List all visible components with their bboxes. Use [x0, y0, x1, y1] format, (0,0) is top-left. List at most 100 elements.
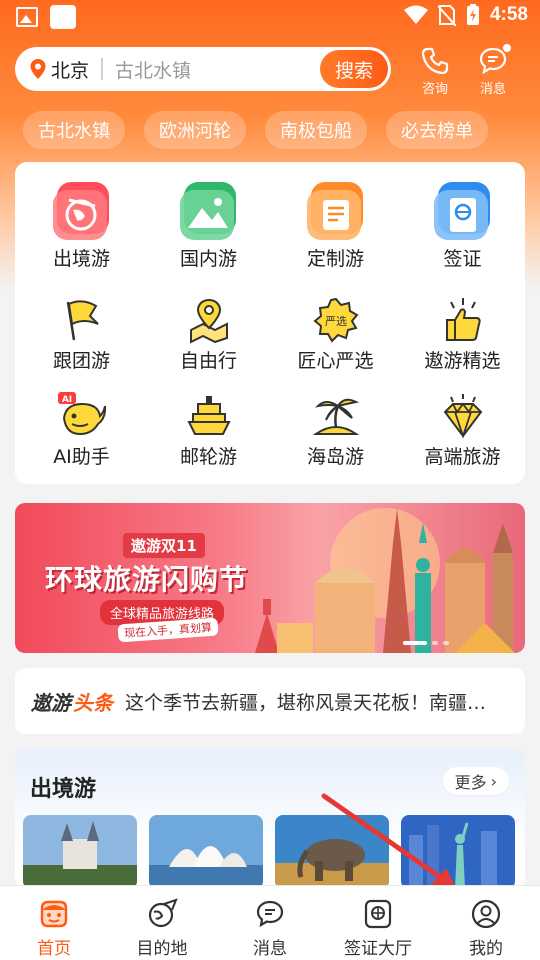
category-visa[interactable]: 签证	[399, 180, 526, 271]
consult-label: 咨询	[421, 82, 448, 97]
category-group-tour[interactable]: 跟团游	[18, 296, 145, 373]
chip-keyword[interactable]: 必去榜单	[386, 111, 488, 149]
category-label: 匠心严选	[297, 350, 374, 372]
category-label: 邮轮游	[179, 446, 237, 468]
phone-icon	[421, 47, 449, 75]
chip-keyword[interactable]: 欧洲河轮	[144, 111, 246, 149]
tab-home[interactable]: 首页	[0, 886, 108, 960]
category-label: AI助手	[53, 446, 110, 468]
category-label: 自由行	[179, 350, 237, 372]
carousel-indicator	[403, 641, 449, 645]
unread-dot	[503, 44, 511, 52]
category-island[interactable]: 海岛游	[272, 392, 399, 469]
tab-messages[interactable]: 消息	[216, 886, 324, 960]
news-logo-b: 头条	[73, 690, 113, 715]
message-button[interactable]: 消息	[473, 44, 513, 97]
status-bar: 4:58	[0, 0, 540, 36]
chip-keyword[interactable]: 古北水镇	[23, 111, 125, 149]
globe-plane-icon	[148, 898, 178, 928]
opera-house-photo	[149, 815, 263, 889]
clock: 4:58	[489, 4, 528, 25]
tab-label: 首页	[37, 939, 71, 959]
domestic-icon	[178, 180, 240, 242]
category-domestic[interactable]: 国内游	[145, 180, 272, 271]
search-bar[interactable]: 北京 古北水镇 搜索	[15, 47, 391, 91]
headline-news[interactable]: 遨游 头条 这个季节去新疆，堪称风景天花板！南疆秋色正浓	[15, 668, 525, 734]
category-craft-selection[interactable]: 严选 匠心严选	[272, 296, 399, 373]
tab-label: 签证大厅	[344, 939, 412, 959]
news-logo-a: 遨游	[31, 690, 71, 715]
svg-text:严选: 严选	[325, 315, 347, 328]
banner-tag: 遨游双11	[123, 533, 205, 558]
tab-label: 目的地	[136, 939, 188, 959]
banner-headline: 环球旅游闪购节	[45, 563, 249, 596]
category-label: 出境游	[52, 248, 110, 270]
more-label: 更多	[454, 773, 487, 792]
tab-label: 消息	[253, 939, 287, 959]
hot-keyword-chips: 古北水镇 欧洲河轮 南极包船 必去榜单	[23, 111, 507, 149]
category-aoyou-picks[interactable]: 遨游精选	[399, 296, 526, 373]
consult-button[interactable]: 咨询	[415, 46, 455, 97]
destination-card[interactable]	[275, 815, 389, 889]
ai-badge: AI	[61, 395, 71, 405]
palm-island-icon	[312, 392, 360, 440]
wifi-icon	[403, 5, 428, 24]
category-label: 国内游	[179, 248, 237, 270]
category-label: 跟团游	[52, 350, 110, 372]
no-sim-icon	[437, 5, 456, 26]
tab-mine[interactable]: 我的	[432, 886, 540, 960]
visa-icon	[432, 180, 494, 242]
chevron-right-icon: ›	[490, 771, 497, 791]
gallery-notification-icon	[16, 7, 38, 27]
map-pin-icon	[185, 296, 233, 344]
castle-photo	[23, 815, 137, 889]
category-label: 海岛游	[306, 446, 364, 468]
passport-icon	[364, 899, 392, 929]
flag-icon	[58, 296, 106, 344]
category-grid: 出境游 国内游 定制游 签证 跟团游 自由行 严选 匠心严选 遨游精选 AI A…	[15, 162, 525, 484]
statue-of-liberty-photo	[401, 815, 515, 889]
news-text: 这个季节去新疆，堪称风景天花板！南疆秋色正浓	[125, 691, 497, 714]
city-selector[interactable]: 北京	[51, 56, 89, 83]
tab-destination[interactable]: 目的地	[108, 886, 216, 960]
destination-card[interactable]	[23, 815, 137, 889]
section-title: 出境游	[30, 777, 97, 802]
outbound-icon	[51, 180, 113, 242]
search-divider	[101, 58, 104, 80]
search-input[interactable]: 古北水镇	[115, 56, 320, 83]
ai-whale-icon: AI	[57, 392, 106, 440]
battery-icon	[466, 4, 479, 25]
tab-label: 我的	[469, 939, 503, 959]
message-label: 消息	[479, 82, 506, 97]
bottom-tab-bar: 首页 目的地 消息 签证大厅 我的	[0, 885, 540, 960]
category-label: 高端旅游	[424, 446, 501, 468]
category-luxury[interactable]: 高端旅游	[399, 392, 526, 469]
more-button[interactable]: 更多 ›	[442, 767, 509, 795]
category-ai-assistant[interactable]: AI AI助手	[18, 392, 145, 469]
destination-card[interactable]	[149, 815, 263, 889]
chip-keyword[interactable]: 南极包船	[265, 111, 367, 149]
home-face-icon	[40, 900, 68, 928]
app-notification-icon	[50, 5, 76, 29]
search-button[interactable]: 搜索	[320, 50, 388, 88]
diamond-icon	[439, 392, 487, 440]
elephant-photo	[275, 815, 389, 889]
outbound-section: 出境游 更多 ›	[15, 749, 525, 889]
category-custom[interactable]: 定制游	[272, 180, 399, 271]
thumbs-up-icon	[439, 296, 487, 344]
chat-bubble-icon	[256, 900, 284, 928]
location-pin-icon	[30, 59, 46, 79]
tab-visa-hall[interactable]: 签证大厅	[324, 886, 432, 960]
selection-badge-icon: 严选	[312, 296, 360, 344]
user-icon	[471, 899, 501, 929]
category-free-travel[interactable]: 自由行	[145, 296, 272, 373]
custom-icon	[305, 180, 367, 242]
category-label: 遨游精选	[424, 350, 501, 372]
cruise-ship-icon	[185, 392, 233, 440]
promo-banner[interactable]: 遨游双11 环球旅游闪购节 全球精品旅游线路 现在入手，真划算	[15, 503, 525, 653]
destination-card[interactable]	[401, 815, 515, 889]
category-label: 签证	[443, 248, 482, 270]
category-cruise[interactable]: 邮轮游	[145, 392, 272, 469]
category-outbound[interactable]: 出境游	[18, 180, 145, 271]
category-label: 定制游	[306, 248, 364, 270]
